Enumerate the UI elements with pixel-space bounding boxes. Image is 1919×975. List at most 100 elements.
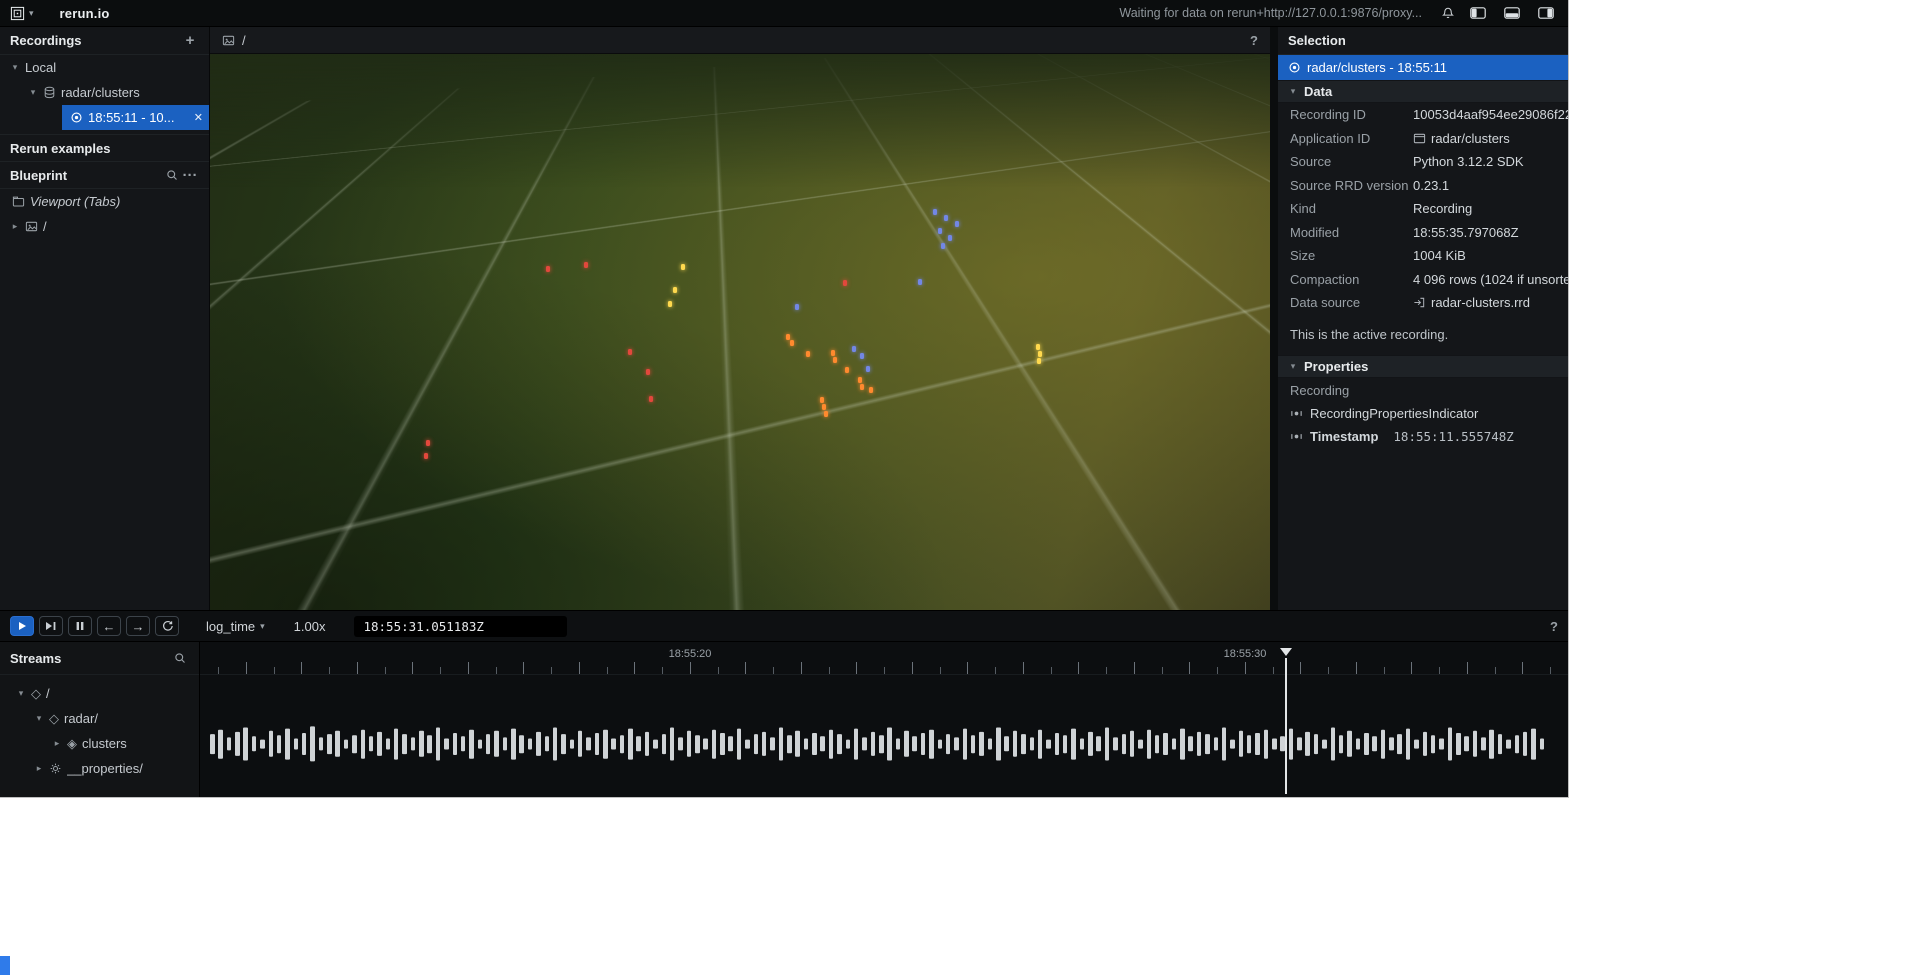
data-row-kind: Kind Recording (1278, 197, 1568, 221)
streams-area: Streams ▾ ◇ / ▾ (0, 642, 1568, 797)
right-panel-toggle-icon[interactable] (1534, 3, 1558, 23)
stream-item-clusters[interactable]: ▸ ◈ clusters (0, 731, 199, 756)
ruler-time-label: 18:55:30 (1224, 648, 1267, 660)
current-time-field[interactable]: 18:55:31.051183Z (354, 616, 567, 637)
app-title: rerun.io (60, 6, 110, 21)
properties-section-header[interactable]: ▾ Properties (1278, 355, 1568, 378)
scatter-point (1038, 351, 1042, 357)
chevron-right-icon[interactable]: ▸ (34, 763, 44, 774)
chevron-down-icon[interactable]: ▾ (10, 62, 20, 73)
chevron-right-icon[interactable]: ▸ (52, 738, 62, 749)
data-section-header[interactable]: ▾ Data (1278, 80, 1568, 103)
property-value: 18:55:11.555748Z (1393, 429, 1513, 444)
timeline-ruler[interactable]: 18:55:20 18:55:30 (200, 642, 1568, 675)
bottom-panel-toggle-icon[interactable] (1500, 3, 1524, 23)
ruler-time-label: 18:55:20 (669, 648, 712, 660)
jump-to-start-button[interactable]: ← (97, 616, 121, 636)
rerun-logo-icon (10, 6, 25, 21)
row-value: 18:55:35.797068Z (1413, 225, 1568, 240)
streams-title: Streams (10, 651, 61, 666)
data-row-modified: Modified 18:55:35.797068Z (1278, 221, 1568, 245)
time-panel-help-button[interactable]: ? (1550, 619, 1558, 634)
property-row-indicator[interactable]: RecordingPropertiesIndicator (1278, 402, 1568, 425)
chevron-down-icon[interactable]: ▾ (34, 713, 44, 724)
recordings-title: Recordings (10, 33, 82, 48)
blueprint-panel-header: Blueprint ··· (0, 161, 209, 189)
chevron-down-icon[interactable]: ▾ (28, 87, 38, 98)
property-row-timestamp[interactable]: Timestamp 18:55:11.555748Z (1278, 425, 1568, 448)
tree-item-viewport-tabs[interactable]: Viewport (Tabs) (0, 189, 209, 214)
data-row-application-id: Application ID radar/clusters (1278, 127, 1568, 151)
pause-button[interactable] (68, 616, 92, 636)
app-menu-button[interactable]: ▾ (10, 6, 34, 21)
row-label: Size (1290, 248, 1413, 263)
scatter-point (668, 301, 672, 307)
close-recording-icon[interactable]: ✕ (194, 111, 203, 124)
bottom-left-accent (0, 956, 10, 975)
viewport-help-button[interactable]: ? (1250, 33, 1258, 48)
selected-recording-label: radar/clusters - 18:55:11 (1307, 60, 1447, 75)
viewport-tab-bar: / ? (210, 27, 1270, 54)
search-icon[interactable] (163, 166, 181, 184)
tree-item-recording-selected[interactable]: 18:55:11 - 10... ✕ (62, 105, 209, 130)
properties-group-label: Recording (1278, 380, 1568, 402)
play-button[interactable] (10, 616, 34, 636)
search-icon[interactable] (171, 649, 189, 667)
panel-resize-gutter[interactable] (1270, 27, 1278, 610)
step-forward-button[interactable] (39, 616, 63, 636)
more-options-icon[interactable]: ··· (181, 166, 199, 184)
scatter-point (843, 280, 847, 286)
stream-label: radar/ (64, 711, 98, 726)
stream-item-radar[interactable]: ▾ ◇ radar/ (0, 706, 199, 731)
jump-to-end-button[interactable]: → (126, 616, 150, 636)
stream-item-properties[interactable]: ▸ __properties/ (0, 756, 199, 781)
image-view-icon (222, 34, 235, 47)
stream-label: __properties/ (67, 761, 143, 776)
selection-panel-header: Selection (1278, 27, 1568, 55)
left-panel-toggle-icon[interactable] (1466, 3, 1490, 23)
recording-label: 18:55:11 - 10... (88, 110, 175, 125)
screen: ▾ rerun.io Waiting for data on rerun+htt… (0, 0, 1919, 975)
timeline[interactable]: 18:55:20 18:55:30 (200, 642, 1568, 797)
time-cursor-handle[interactable] (1280, 648, 1292, 662)
timeline-selector-dropdown[interactable]: log_time ▾ (206, 619, 265, 634)
tree-item-app-radar-clusters[interactable]: ▾ radar/clusters (0, 80, 209, 105)
scatter-point (681, 264, 685, 270)
scatter-point (944, 215, 948, 221)
row-value: Python 3.12.2 SDK (1413, 154, 1568, 169)
row-value: 10053d4aaf954ee29086f22c (1413, 107, 1568, 122)
top-bar: ▾ rerun.io Waiting for data on rerun+htt… (0, 0, 1568, 27)
playback-speed[interactable]: 1.00x (294, 619, 326, 634)
scatter-point (673, 287, 677, 293)
add-recording-button[interactable]: + (181, 32, 199, 50)
scatter-point (822, 404, 826, 410)
chevron-down-icon[interactable]: ▾ (16, 688, 26, 699)
row-value[interactable]: radar/clusters (1431, 131, 1510, 146)
notifications-bell-icon[interactable] (1436, 3, 1460, 23)
tree-item-local[interactable]: ▾ Local (0, 55, 209, 80)
database-icon (43, 86, 56, 99)
rerun-examples-section[interactable]: Rerun examples (0, 134, 209, 161)
row-label: Source RRD version (1290, 178, 1413, 193)
chevron-down-icon: ▾ (260, 621, 265, 632)
scatter-point (831, 350, 835, 356)
image-view-icon (25, 220, 38, 233)
data-row-compaction: Compaction 4 096 rows (1024 if unsorted) (1278, 268, 1568, 292)
scatter-point (584, 262, 588, 268)
selected-recording-row[interactable]: radar/clusters - 18:55:11 (1278, 55, 1568, 80)
tree-item-root-view[interactable]: ▸ / (0, 214, 209, 239)
chevron-right-icon[interactable]: ▸ (10, 221, 20, 232)
viewport-breadcrumb[interactable]: / (242, 33, 246, 48)
scatter-point (546, 266, 550, 272)
stream-item-root[interactable]: ▾ ◇ / (0, 681, 199, 706)
arrow-right-icon: → (132, 619, 145, 634)
spatial-3d-view[interactable] (210, 54, 1270, 610)
entity-icon: ◇ (49, 711, 59, 727)
scatter-point (858, 377, 862, 383)
row-value[interactable]: radar-clusters.rrd (1431, 295, 1530, 310)
loop-button[interactable] (155, 616, 179, 636)
time-cursor[interactable] (1285, 658, 1287, 794)
scatter-point (426, 440, 430, 446)
playback-controls: ← → log_time ▾ 1.00x 18:55:31.051183Z ? (0, 611, 1568, 642)
data-row-size: Size 1004 KiB (1278, 244, 1568, 268)
